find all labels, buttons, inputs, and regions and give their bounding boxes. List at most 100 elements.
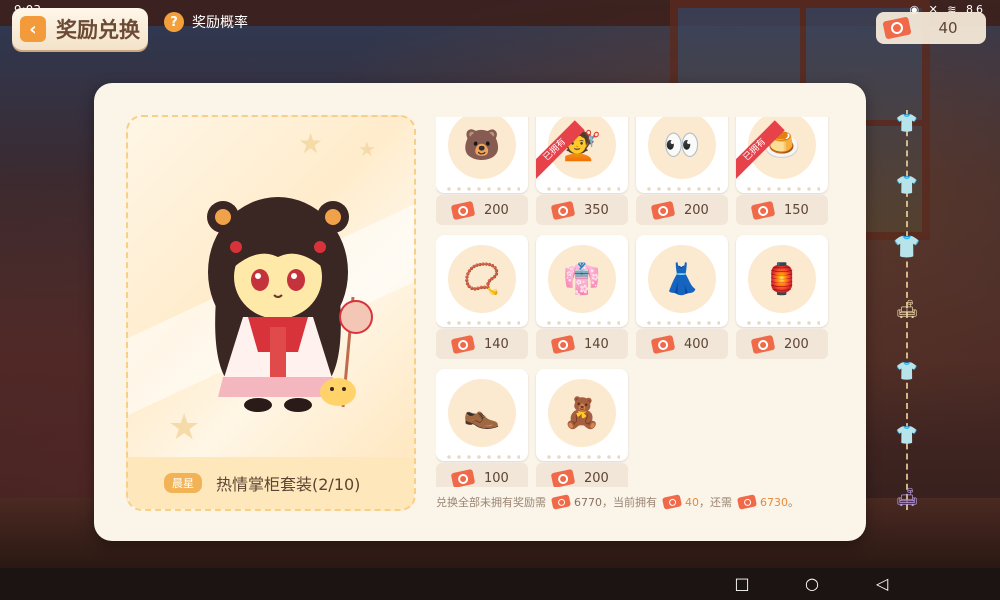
recent-apps-icon[interactable]: □: [730, 574, 754, 594]
system-nav-bar: □ ○ ◁: [0, 568, 1000, 600]
summary-text: ，当前拥有: [602, 496, 657, 509]
item-card[interactable]: 👞: [436, 369, 528, 461]
reward-item[interactable]: 🐻 200: [436, 117, 528, 227]
back-button[interactable]: ‹ 奖励兑换: [12, 8, 148, 50]
item-price: 200: [684, 202, 709, 218]
reward-item[interactable]: 👘 140: [536, 235, 628, 361]
item-price-tag: 200: [636, 195, 728, 225]
card-perforation: [444, 321, 520, 325]
card-perforation: [444, 187, 520, 191]
ticket-icon: [550, 468, 576, 487]
ticket-icon: [550, 200, 576, 220]
item-price: 350: [584, 202, 609, 218]
ticket-icon: [750, 200, 776, 220]
back-arrow-icon: ‹: [20, 16, 46, 42]
ticket-icon: [550, 334, 576, 354]
reward-item[interactable]: 🧸 200: [536, 369, 628, 487]
item-price-tag: 400: [636, 329, 728, 359]
item-price: 140: [584, 336, 609, 352]
back-nav-icon[interactable]: ◁: [870, 574, 894, 594]
item-thumbnail: 🧸: [548, 379, 616, 447]
item-card[interactable]: 🍮 已拥有: [736, 117, 828, 193]
ticket-icon: [450, 468, 476, 487]
home-icon[interactable]: ○: [800, 574, 824, 594]
track-node-locked-shirt-icon[interactable]: 👕: [892, 356, 922, 386]
necklace-icon: 📿: [463, 261, 501, 297]
card-perforation: [544, 321, 620, 325]
lantern-staff-icon: 🏮: [763, 261, 801, 297]
item-card[interactable]: 💇 已拥有: [536, 117, 628, 193]
set-name: 热情掌柜套装(2/10): [216, 475, 361, 494]
card-perforation: [744, 187, 820, 191]
item-card[interactable]: 🧸: [536, 369, 628, 461]
question-icon: ?: [164, 12, 184, 32]
card-perforation: [444, 455, 520, 459]
bear-head-accessory-icon: 🐻: [463, 127, 501, 163]
currency-display: 40: [876, 12, 986, 44]
probability-button[interactable]: ? 奖励概率: [164, 12, 248, 32]
item-card[interactable]: 👗: [636, 235, 728, 327]
exchange-summary: 兑换全部未拥有奖励需 6770 ，当前拥有 40 ，还需 6730 。: [436, 494, 856, 510]
item-price: 100: [484, 470, 509, 486]
item-card[interactable]: 👀: [636, 117, 728, 193]
track-node-locked-sofa-icon[interactable]: 🛋: [892, 482, 922, 512]
probability-label: 奖励概率: [192, 15, 248, 31]
ticket-icon: [450, 200, 476, 220]
reward-item[interactable]: 📿 140: [436, 235, 528, 361]
item-card[interactable]: 🐻: [436, 117, 528, 193]
track-node-sofa-icon[interactable]: 🛋: [892, 294, 922, 324]
reward-item[interactable]: 👀 200: [636, 117, 728, 227]
face-eyes-icon: 👀: [663, 127, 701, 163]
item-price-tag: 100: [436, 463, 528, 487]
item-price-tag: 150: [736, 195, 828, 225]
item-thumbnail: 👞: [448, 379, 516, 447]
currency-value: 40: [938, 19, 958, 37]
item-card[interactable]: 👘: [536, 235, 628, 327]
item-price: 150: [784, 202, 809, 218]
ticket-icon: [450, 334, 476, 354]
reward-item-grid: 🐻 200 💇 已拥有 350 👀 200 🍮 已拥有 150 📿 140 👘 140 👗 400 🏮 200 👞 1…: [436, 117, 836, 487]
item-price-tag: 200: [736, 329, 828, 359]
item-price-tag: 140: [536, 329, 628, 359]
reward-item[interactable]: 🍮 已拥有 150: [736, 117, 828, 227]
item-price: 200: [784, 336, 809, 352]
track-node-active-shirt-icon[interactable]: 👕: [892, 232, 922, 262]
bear-body-icon: 🧸: [563, 395, 601, 431]
ticket-icon: [750, 334, 776, 354]
item-thumbnail: 👘: [548, 245, 616, 313]
item-thumbnail: 👗: [648, 245, 716, 313]
summary-remaining: 6730: [760, 495, 788, 509]
track-node-locked-shirt-icon[interactable]: 👕: [892, 420, 922, 450]
item-price: 400: [684, 336, 709, 352]
dress-icon: 👗: [663, 261, 701, 297]
track-node-shirt-icon[interactable]: 👕: [892, 170, 922, 200]
summary-text: 。: [788, 496, 799, 509]
ticket-icon: [661, 494, 683, 510]
item-card[interactable]: 📿: [436, 235, 528, 327]
star-icon: ★: [358, 137, 376, 161]
reward-item[interactable]: 👗 400: [636, 235, 728, 361]
ticket-icon: [650, 334, 676, 354]
item-price-tag: 200: [536, 463, 628, 487]
ticket-icon: [650, 200, 676, 220]
preview-footer: 晨星 热情掌柜套装(2/10): [128, 457, 414, 509]
star-icon: ★: [298, 127, 324, 160]
set-preview-card: ★ ★ ★ 晨星 热情掌柜套装(2/10): [126, 115, 416, 511]
item-card[interactable]: 🏮: [736, 235, 828, 327]
card-perforation: [644, 187, 720, 191]
item-price: 200: [484, 202, 509, 218]
item-price: 140: [484, 336, 509, 352]
reward-item[interactable]: 💇 已拥有 350: [536, 117, 628, 227]
reward-item[interactable]: 🏮 200: [736, 235, 828, 361]
outfit-set-icon: 👘: [563, 261, 601, 297]
track-node-shirt-icon[interactable]: 👕: [892, 108, 922, 138]
item-price-tag: 140: [436, 329, 528, 359]
reward-item[interactable]: 👞 100: [436, 369, 528, 487]
item-thumbnail: 🏮: [748, 245, 816, 313]
card-perforation: [744, 321, 820, 325]
page-title: 奖励兑换: [56, 18, 140, 42]
reward-panel: ★ ★ ★ 晨星 热情掌柜套装(2/10) 🐻 200 💇 已拥有 350 👀 …: [94, 83, 866, 541]
item-price-tag: 200: [436, 195, 528, 225]
tier-badge: 晨星: [164, 473, 202, 493]
summary-text: 兑换全部未拥有奖励需: [436, 496, 546, 509]
